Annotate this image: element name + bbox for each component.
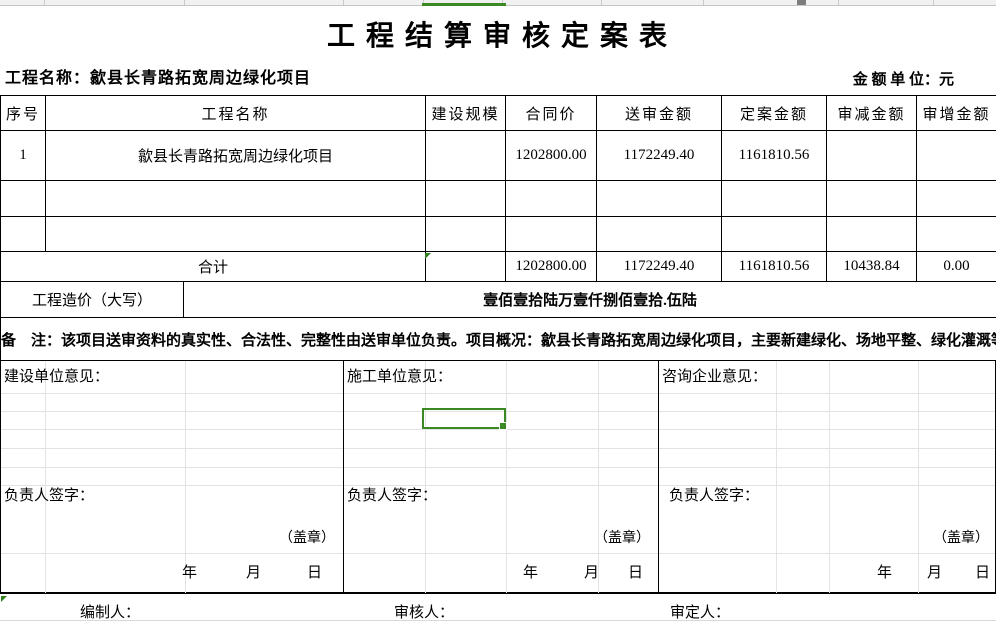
amount-unit-label: 金 额 单 位：元 [853, 68, 954, 89]
table-row [1, 217, 996, 252]
year-label: 年 [877, 561, 892, 582]
month-label: 月 [246, 561, 261, 582]
total-finalized-cell: 1161810.56 [722, 252, 827, 282]
opinion-title: 施工单位意见： [347, 365, 452, 386]
cell-project-name [46, 181, 426, 217]
signer-label: 负责人签字： [4, 484, 94, 505]
month-label: 月 [927, 561, 942, 582]
cell-project-name: 歙县长青路拓宽周边绿化项目 [46, 131, 426, 181]
footer-row: 编制人： 审核人： 审定人： [0, 594, 996, 622]
cell-finalized [722, 217, 827, 252]
total-increase-cell: 0.00 [917, 252, 996, 282]
cell-submitted: 1172249.40 [597, 131, 722, 181]
cell-increase [917, 131, 996, 181]
opinion-box-contractor-unit: 施工单位意见： 负责人签字： （盖章） 年 月 日 [344, 361, 659, 592]
opinion-box-construction-unit: 建设单位意见： 负责人签字： （盖章） 年 月 日 [1, 361, 344, 592]
cell-project-name [46, 217, 426, 252]
active-cell-selection[interactable] [422, 408, 506, 429]
signer-label: 负责人签字： [347, 484, 437, 505]
header-cell-seq: 序号 [1, 96, 46, 131]
remark-row: 备 注：该项目送审资料的真实性、合法性、完整性由送审单位负责。项目概况：歙县长青… [1, 318, 996, 361]
header-cell-contract: 合同价 [506, 96, 597, 131]
signer-label: 负责人签字： [669, 484, 759, 505]
header-cell-scale: 建设规模 [426, 96, 506, 131]
column-divider [703, 0, 704, 6]
column-divider [933, 0, 934, 6]
opinion-title: 建设单位意见： [4, 365, 109, 386]
total-submitted-cell: 1172249.40 [597, 252, 722, 282]
cell-seq: 1 [1, 131, 46, 181]
header-cell-project: 工程名称 [46, 96, 426, 131]
column-divider [601, 0, 602, 6]
column-divider-dark [797, 0, 806, 5]
month-label: 月 [584, 561, 599, 582]
total-reduce-cell: 10438.84 [827, 252, 917, 282]
day-label: 日 [628, 561, 643, 582]
cell-reduce [827, 131, 917, 181]
cell-submitted [597, 217, 722, 252]
cell-finalized [722, 181, 827, 217]
header-cell-submitted: 送审金额 [597, 96, 722, 131]
total-contract-cell: 1202800.00 [506, 252, 597, 282]
day-label: 日 [975, 561, 990, 582]
opinion-title: 咨询企业意见： [662, 365, 767, 386]
seal-label: （盖章） [279, 527, 335, 547]
header-cell-finalized: 定案金额 [722, 96, 827, 131]
page-title: 工 程 结 算 审 核 定 案 表 [0, 14, 996, 54]
gridline [0, 620, 996, 621]
opinions-section: 建设单位意见： 负责人签字： （盖章） 年 月 日 施工单位意见： 负责人签字：… [0, 360, 996, 594]
remark-text: 备 注：该项目送审资料的真实性、合法性、完整性由送审单位负责。项目概况：歙县长青… [1, 318, 996, 361]
preparer-label: 编制人： [80, 601, 140, 622]
column-divider [44, 0, 45, 6]
amount-in-words-value: 壹佰壹拾陆万壹仟捌佰壹拾.伍陆 [184, 282, 996, 318]
column-divider [838, 0, 839, 6]
total-scale-cell [426, 252, 506, 282]
cell-seq [1, 181, 46, 217]
amount-in-words-label: 工程造价（大写） [1, 282, 184, 318]
cell-scale [426, 131, 506, 181]
cell-contract [506, 181, 597, 217]
column-divider [343, 0, 344, 6]
total-row: 合计 1202800.00 1172249.40 1161810.56 1043… [1, 252, 996, 282]
amount-in-words-row: 工程造价（大写） 壹佰壹拾陆万壹仟捌佰壹拾.伍陆 [1, 282, 996, 318]
cell-increase [917, 217, 996, 252]
seal-label: （盖章） [933, 527, 989, 547]
opinion-box-consulting-firm: 咨询企业意见： 负责人签字： （盖章） 年 月 日 [659, 361, 996, 592]
approver-label: 审定人： [670, 601, 730, 622]
year-label: 年 [523, 561, 538, 582]
cell-submitted [597, 181, 722, 217]
selected-column-indicator[interactable] [422, 3, 506, 6]
fill-handle[interactable] [499, 422, 507, 430]
cell-contract [506, 217, 597, 252]
settlement-table: 序号 工程名称 建设规模 合同价 送审金额 定案金额 审减金额 审增金额 1 歙… [0, 95, 996, 361]
table-header-row: 序号 工程名称 建设规模 合同价 送审金额 定案金额 审减金额 审增金额 [1, 96, 996, 131]
total-label-cell: 合计 [1, 252, 426, 282]
table-row: 1 歙县长青路拓宽周边绿化项目 1202800.00 1172249.40 11… [1, 131, 996, 181]
header-cell-increase: 审增金额 [917, 96, 996, 131]
cell-reduce [827, 181, 917, 217]
table-row [1, 181, 996, 217]
day-label: 日 [307, 561, 322, 582]
project-name-label: 工程名称：歙县长青路拓宽周边绿化项目 [5, 64, 311, 88]
year-label: 年 [182, 561, 197, 582]
excel-column-header-strip [0, 0, 996, 6]
cell-increase [917, 181, 996, 217]
header-cell-reduce: 审减金额 [827, 96, 917, 131]
cell-finalized: 1161810.56 [722, 131, 827, 181]
column-divider [184, 0, 185, 6]
cell-reduce [827, 217, 917, 252]
spreadsheet-page: 工 程 结 算 审 核 定 案 表 工程名称：歙县长青路拓宽周边绿化项目 金 额… [0, 0, 996, 622]
seal-label: （盖章） [594, 527, 650, 547]
cell-seq [1, 217, 46, 252]
cell-contract: 1202800.00 [506, 131, 597, 181]
cell-scale [426, 217, 506, 252]
reviewer-label: 审核人： [394, 601, 454, 622]
cell-scale [426, 181, 506, 217]
error-indicator-triangle [425, 253, 431, 259]
